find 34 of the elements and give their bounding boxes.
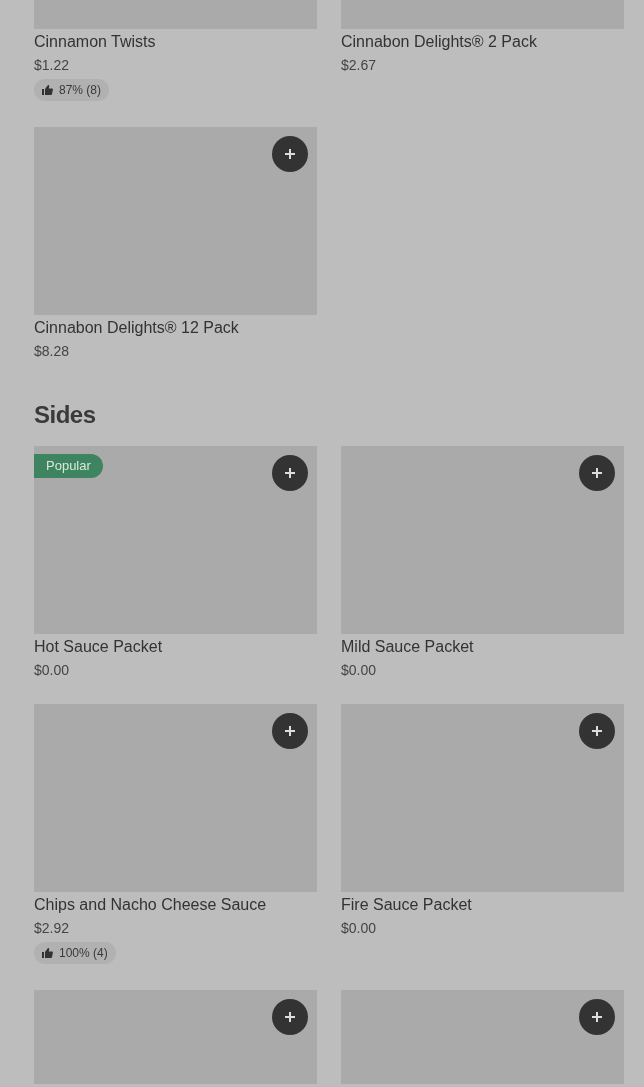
item-price: $0.00 (34, 661, 71, 679)
add-button[interactable] (272, 713, 308, 749)
plus-icon (591, 1011, 603, 1023)
item-name: Cinnabon Delights® 2 Pack (341, 32, 538, 52)
item-name: Fire Sauce Packet (341, 895, 473, 915)
plus-icon (284, 467, 296, 479)
item-name: Cinnabon Delights® 12 Pack (34, 318, 240, 338)
item-price: $0.00 (341, 919, 378, 937)
plus-icon (284, 148, 296, 160)
item-name: Hot Sauce Packet (34, 637, 164, 657)
rating-pill: 87% (8) (34, 79, 110, 101)
item-name: Mild Sauce Packet (341, 637, 475, 657)
thumbs-up-icon (42, 85, 53, 95)
item-price: $2.67 (341, 56, 378, 74)
item-price: $0.00 (341, 661, 378, 679)
plus-icon (591, 725, 603, 737)
thumbs-up-icon (42, 948, 53, 958)
plus-icon (591, 467, 603, 479)
item-name: Cinnamon Twists (34, 32, 157, 52)
add-button[interactable] (272, 455, 308, 491)
add-button[interactable] (272, 136, 308, 172)
add-button[interactable] (579, 713, 615, 749)
rating-pill: 100% (4) (34, 942, 116, 964)
item-name: Chips and Nacho Cheese Sauce (34, 895, 268, 915)
plus-icon (284, 725, 296, 737)
add-button[interactable] (272, 999, 308, 1035)
plus-icon (284, 1011, 296, 1023)
section-heading: Sides (34, 400, 97, 429)
item-price: $2.92 (34, 919, 71, 937)
popular-badge: Popular (34, 454, 103, 478)
item-price: $8.28 (34, 342, 71, 360)
item-price: $1.22 (34, 56, 71, 74)
add-button[interactable] (579, 455, 615, 491)
add-button[interactable] (579, 999, 615, 1035)
